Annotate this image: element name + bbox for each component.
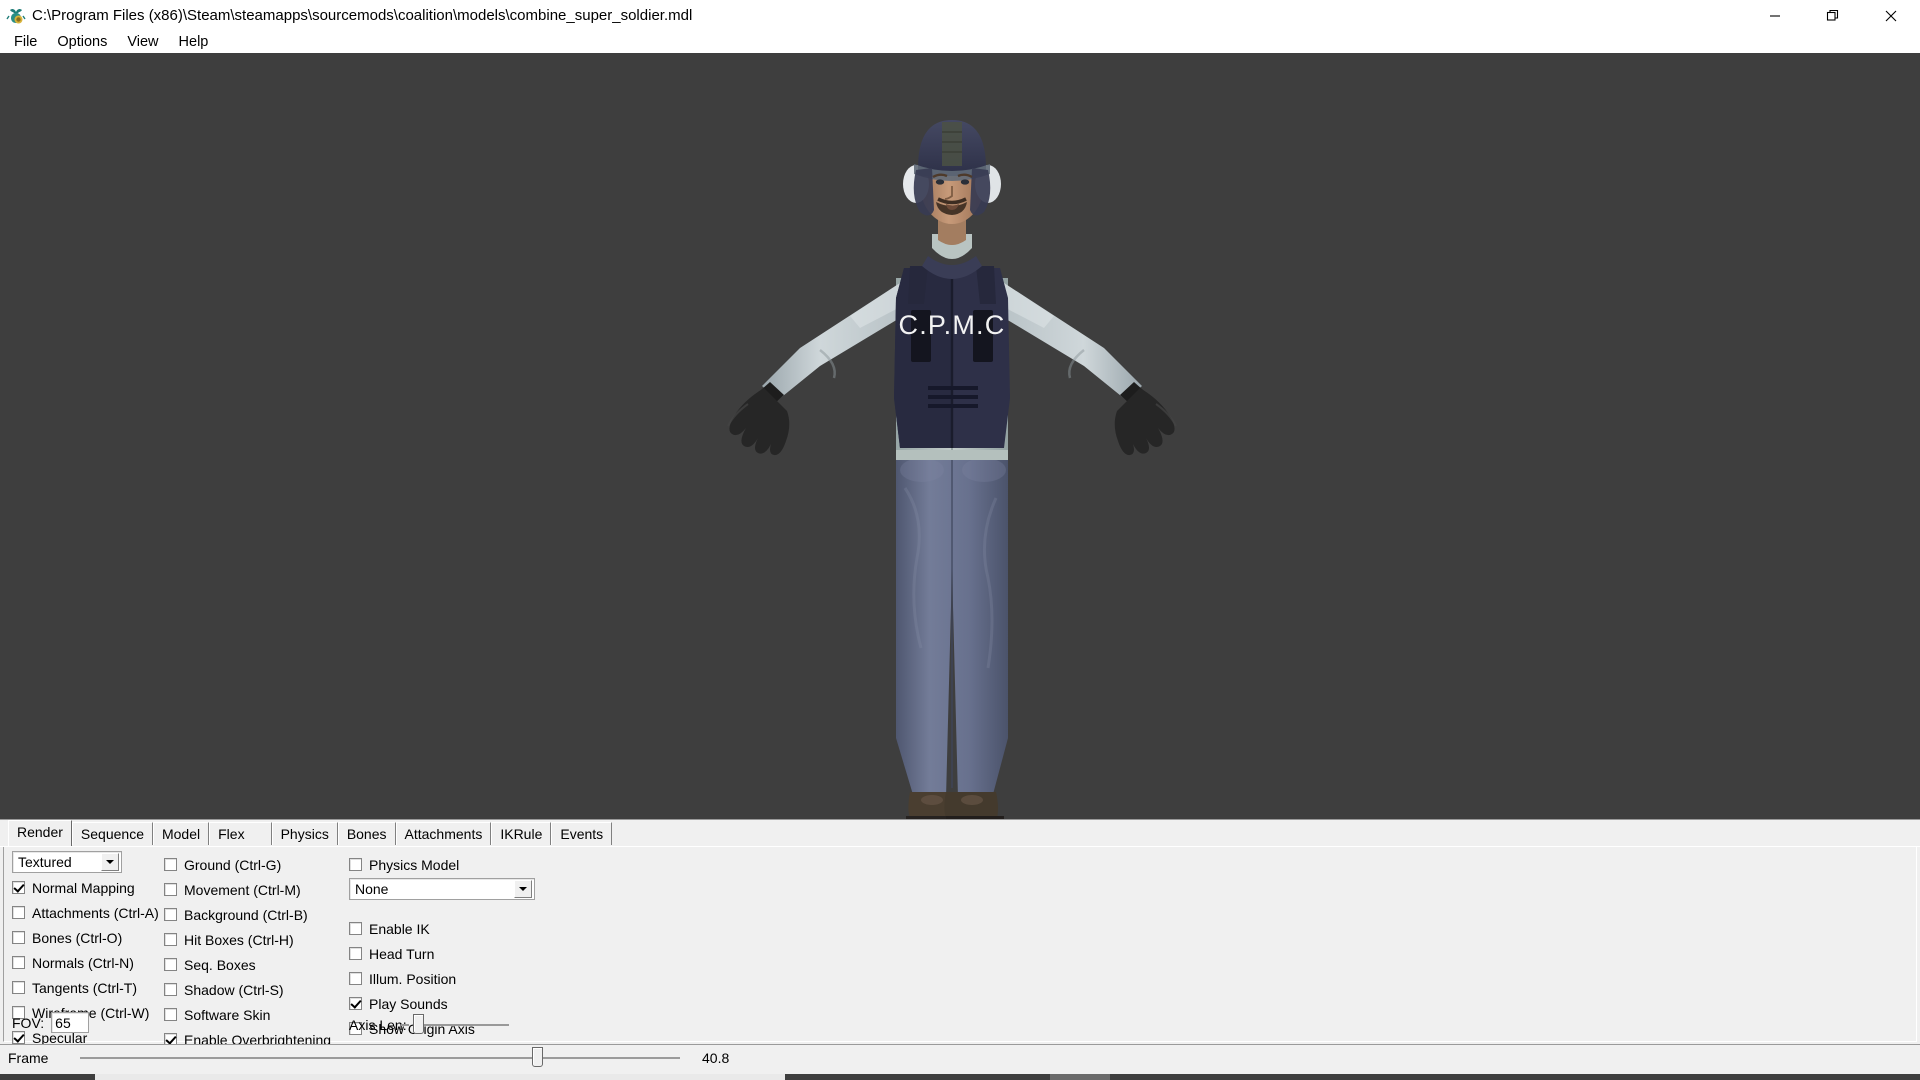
- strip-segment: [1050, 1074, 1110, 1080]
- menu-item-view[interactable]: View: [117, 31, 168, 53]
- checkbox-box[interactable]: [164, 958, 177, 971]
- model-viewport[interactable]: C.P.M.C: [0, 53, 1920, 819]
- chevron-down-icon[interactable]: [101, 853, 119, 871]
- minimize-icon: [1770, 14, 1780, 17]
- hlmv-window: C:\Program Files (x86)\Steam\steamapps\s…: [0, 0, 1920, 1080]
- window-controls: [1746, 0, 1920, 31]
- render-mode-value: Textured: [18, 854, 72, 870]
- checkbox-box[interactable]: [349, 947, 362, 960]
- restore-icon: [1826, 9, 1839, 21]
- tab-ikrule[interactable]: IKRule: [491, 822, 552, 846]
- frame-slider-thumb[interactable]: [532, 1046, 543, 1067]
- checkbox-illum-position[interactable]: Illum. Position: [349, 966, 579, 991]
- axis-len-slider[interactable]: [400, 1014, 509, 1034]
- tab-bones[interactable]: Bones: [337, 822, 396, 846]
- minimize-button[interactable]: [1746, 0, 1804, 31]
- axis-len-control: Axis Len:: [349, 1014, 509, 1034]
- checkbox-shadow[interactable]: Shadow (Ctrl-S): [164, 977, 344, 1002]
- model-render: C.P.M.C: [700, 53, 1220, 819]
- strip-segment: [785, 1074, 1050, 1080]
- checkbox-box[interactable]: [12, 931, 25, 944]
- fov-input[interactable]: [51, 1012, 90, 1033]
- close-button[interactable]: [1862, 0, 1920, 31]
- frame-slider[interactable]: [80, 1046, 680, 1067]
- menu-item-options[interactable]: Options: [47, 31, 117, 53]
- axis-len-label: Axis Len:: [349, 1017, 407, 1033]
- tab-events[interactable]: Events: [551, 822, 613, 846]
- checkbox-physics-model[interactable]: Physics Model: [349, 852, 579, 877]
- strip-segment: [1110, 1074, 1920, 1080]
- checkbox-box[interactable]: [164, 858, 177, 871]
- fov-label: FOV:: [12, 1014, 45, 1031]
- render-options-panel: Render Sequence Model Flex Physics Bones…: [0, 819, 1920, 1048]
- bottom-edge-strip: [0, 1070, 1920, 1080]
- hlmv-crab-icon: [6, 6, 26, 26]
- checkbox-box[interactable]: [12, 956, 25, 969]
- tab-render[interactable]: Render: [8, 820, 72, 846]
- tab-attachments[interactable]: Attachments: [395, 822, 492, 846]
- checkbox-head-turn[interactable]: Head Turn: [349, 941, 579, 966]
- checkbox-play-sounds[interactable]: Play Sounds: [349, 991, 579, 1016]
- render-column-2: Ground (Ctrl-G) Movement (Ctrl-M) Backgr…: [164, 847, 344, 1052]
- checkbox-ground[interactable]: Ground (Ctrl-G): [164, 852, 344, 877]
- tab-sequence[interactable]: Sequence: [71, 822, 153, 846]
- checkbox-box[interactable]: [12, 981, 25, 994]
- physics-model-combo[interactable]: None: [349, 878, 535, 900]
- menu-item-file[interactable]: File: [4, 31, 47, 53]
- vest-text: C.P.M.C: [899, 310, 1006, 340]
- render-tab-page: Textured Normal Mapping Attachments (Ctr…: [0, 846, 1920, 1048]
- tab-flex[interactable]: Flex: [209, 822, 272, 846]
- checkbox-box[interactable]: [164, 1008, 177, 1021]
- axis-len-slider-thumb[interactable]: [412, 1014, 424, 1034]
- checkbox-movement[interactable]: Movement (Ctrl-M): [164, 877, 344, 902]
- checkbox-enable-ik[interactable]: Enable IK: [349, 916, 579, 941]
- checkbox-box[interactable]: [12, 881, 25, 894]
- checkbox-tangents[interactable]: Tangents (Ctrl-T): [12, 975, 177, 1000]
- render-column-3: Physics Model None Enable IK Head Turn I…: [349, 847, 579, 1041]
- physics-model-value: None: [355, 881, 389, 897]
- menu-bar: File Options View Help: [0, 31, 1920, 53]
- window-title: C:\Program Files (x86)\Steam\steamapps\s…: [32, 7, 693, 24]
- checkbox-box[interactable]: [349, 858, 362, 871]
- checkbox-box[interactable]: [349, 997, 362, 1010]
- frame-bar: Frame 40.8: [0, 1044, 1920, 1070]
- checkbox-attachments[interactable]: Attachments (Ctrl-A): [12, 900, 177, 925]
- checkbox-normal-mapping[interactable]: Normal Mapping: [12, 875, 177, 900]
- frame-value: 40.8: [702, 1049, 730, 1066]
- tab-strip: Render Sequence Model Flex Physics Bones…: [0, 820, 1920, 846]
- checkbox-normals[interactable]: Normals (Ctrl-N): [12, 950, 177, 975]
- menu-item-help[interactable]: Help: [169, 31, 219, 53]
- checkbox-box[interactable]: [164, 908, 177, 921]
- tab-physics[interactable]: Physics: [271, 822, 338, 846]
- fov-control: FOV:: [12, 1012, 90, 1033]
- checkbox-software-skin[interactable]: Software Skin: [164, 1002, 344, 1027]
- title-bar: C:\Program Files (x86)\Steam\steamapps\s…: [0, 0, 1920, 31]
- checkbox-box[interactable]: [12, 906, 25, 919]
- checkbox-seq-boxes[interactable]: Seq. Boxes: [164, 952, 344, 977]
- frame-label: Frame: [8, 1049, 49, 1066]
- checkbox-hit-boxes[interactable]: Hit Boxes (Ctrl-H): [164, 927, 344, 952]
- checkbox-box[interactable]: [164, 933, 177, 946]
- tab-model[interactable]: Model: [152, 822, 210, 846]
- checkbox-box[interactable]: [164, 883, 177, 896]
- checkbox-background[interactable]: Background (Ctrl-B): [164, 902, 344, 927]
- checkbox-bones[interactable]: Bones (Ctrl-O): [12, 925, 177, 950]
- strip-segment: [0, 1074, 95, 1080]
- close-icon: [1885, 10, 1897, 21]
- restore-button[interactable]: [1804, 0, 1862, 31]
- checkbox-box[interactable]: [164, 983, 177, 996]
- strip-segment: [95, 1074, 785, 1080]
- checkbox-box[interactable]: [349, 972, 362, 985]
- render-mode-combo[interactable]: Textured: [12, 851, 122, 873]
- render-tab-content: Textured Normal Mapping Attachments (Ctr…: [3, 847, 1917, 1048]
- chevron-down-icon[interactable]: [514, 880, 532, 898]
- checkbox-box[interactable]: [349, 922, 362, 935]
